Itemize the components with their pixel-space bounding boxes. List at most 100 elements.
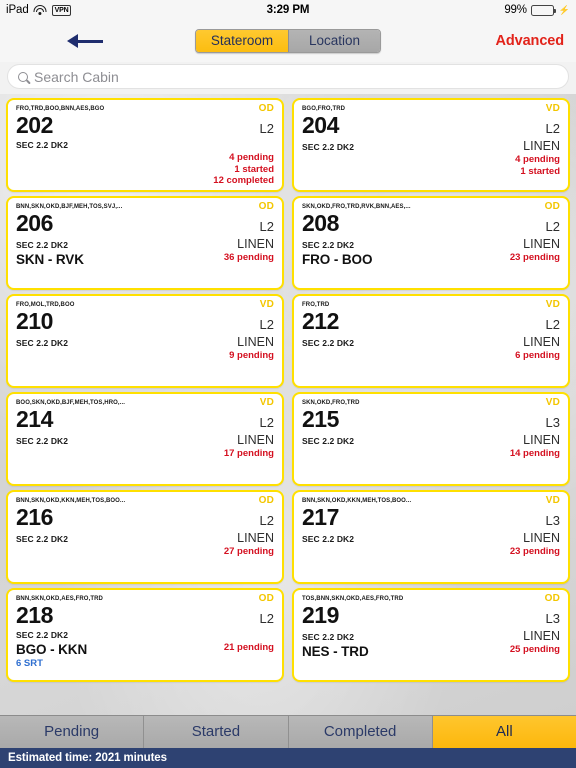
card-deck-level: L2 [545,121,560,136]
card-deck-level: L2 [259,513,274,528]
status-bar-right: 99% ⚡ [504,4,570,16]
card-detail-row: SKN - RVK 36 pending [16,252,274,268]
card-badge: VD [545,299,560,310]
card-status-list: 36 pending [224,252,274,264]
card-status-list: 21 pending [224,642,274,654]
card-linen-label: LINEN [237,531,274,545]
filter-tab-bar[interactable]: Pending Started Completed All [0,715,576,748]
card-status-list: 23 pending [510,546,560,558]
card-section-row: SEC 2.2 DK2 LINEN [302,139,560,153]
tab-pending[interactable]: Pending [0,716,145,748]
card-detail-row: 27 pending [16,546,274,558]
cabin-card[interactable]: BOO,SKN,OKD,BJF,MEH,TOS,HRO,... VD 214 L2 SE… [6,392,284,486]
card-status: 6 pending [515,350,560,361]
back-arrow-icon[interactable] [64,30,104,52]
card-badge: OD [544,201,560,212]
navigation-bar: Stateroom Location Advanced [0,20,576,62]
search-bar[interactable] [7,64,569,89]
card-deck-level: L2 [259,317,274,332]
cabin-list-area: FRO,TRD,BOO,BNN,AES,BGO OD 202 L2 SEC 2.2 DK… [0,94,576,715]
card-route-block: NES - TRD [302,644,369,660]
tab-all[interactable]: All [432,716,576,748]
status-bar-left: iPad VPN [6,4,72,16]
search-icon [18,71,28,82]
cabin-card[interactable]: FRO,TRD,BOO,BNN,AES,BGO OD 202 L2 SEC 2.2 DK… [6,98,284,192]
cabin-card[interactable]: FRO,MOL,TRD,BOO VD 210 L2 SEC 2.2 DK2 LINEN 9 … [6,294,284,388]
card-status-list: 4 pending 1 started [515,154,560,177]
card-status-list: 17 pending [224,448,274,460]
card-route: FRO - BOO [302,252,373,267]
card-badge: VD [259,397,274,408]
tab-completed[interactable]: Completed [288,716,433,748]
cabin-card[interactable]: TOS,BNN,SKN,OKD,AES,FRO,TRD OD 219 L3 SEC 2.… [292,588,570,682]
card-linen-label: LINEN [523,629,560,643]
card-deck-level: L2 [545,317,560,332]
card-deck-level: L2 [259,121,274,136]
status-bar-clock: 3:29 PM [266,4,310,16]
card-deck-level: L2 [259,219,274,234]
card-route-block: BGO - KKN 6 SRT [16,642,87,670]
card-cabin-row: 208 L2 [302,210,560,237]
card-deck-level: L3 [545,415,560,430]
card-status: 27 pending [223,546,274,557]
view-mode-segmented-control[interactable]: Stateroom Location [195,29,381,53]
card-route-block: FRO - BOO [302,252,372,268]
card-section: SEC 2.2 DK2 [302,534,355,544]
card-cabin-number: 202 [16,112,53,138]
hamburger-menu-icon[interactable] [12,31,46,51]
card-status-list: 9 pending [229,350,274,362]
card-detail-row: 17 pending [16,448,274,460]
card-cabin-number: 215 [302,406,339,432]
card-cabin-number: 208 [302,210,339,236]
card-section: SEC 2.2 DK2 [302,436,355,446]
card-cabin-number: 217 [302,504,339,530]
cabin-card[interactable]: BNN,SKN,OKD,AES,FRO,TRD OD 218 L2 SEC 2.2 DK… [6,588,284,682]
card-cabin-row: 218 L2 [16,602,274,629]
card-section-row: SEC 2.2 DK2 LINEN [16,531,274,545]
segment-stateroom[interactable]: Stateroom [196,30,288,52]
card-cabin-number: 214 [16,406,53,432]
card-cabin-row: 216 L2 [16,504,274,531]
tab-started[interactable]: Started [144,716,289,748]
card-section-row: SEC 2.2 DK2 LINEN [16,335,274,349]
cabin-card[interactable]: BNN,SKN,OKD,KKN,MEH,TOS,BOO... VD 217 L3 SEC… [292,490,570,584]
card-detail-row: 6 pending [302,350,560,362]
card-section: SEC 2.2 DK2 [16,140,69,150]
card-detail-row: NES - TRD 25 pending [302,644,560,660]
card-section-row: SEC 2.2 DK2 [16,629,274,641]
card-section: SEC 2.2 DK2 [302,142,355,152]
cabin-card[interactable]: BGO,FRO,TRD VD 204 L2 SEC 2.2 DK2 LINEN 4 pend… [292,98,570,192]
card-cabin-number: 218 [16,602,53,628]
card-badge: OD [258,103,274,114]
card-linen-label: LINEN [237,237,274,251]
cabin-card[interactable]: BNN,SKN,OKD,BJF,MEH,TOS,SVJ,... OD 206 L2 SE… [6,196,284,290]
card-section-row: SEC 2.2 DK2 LINEN [302,237,560,251]
card-cabin-row: 212 L2 [302,308,560,335]
card-cabin-row: 206 L2 [16,210,274,237]
card-linen-label: LINEN [523,139,560,153]
card-route: SKN - RVK [16,252,84,267]
card-cabin-number: 210 [16,308,53,334]
search-input[interactable] [34,68,558,85]
cabin-card[interactable]: SKN,OKD,FRO,TRD,RVK,BNN,AES,... OD 208 L2 SE… [292,196,570,290]
card-section-row: SEC 2.2 DK2 LINEN [16,237,274,251]
cabin-card[interactable]: FRO,TRD VD 212 L2 SEC 2.2 DK2 LINEN 6 pending [292,294,570,388]
card-section: SEC 2.2 DK2 [302,338,355,348]
card-status: 36 pending [223,252,274,263]
card-cabin-row: 214 L2 [16,406,274,433]
cabin-card[interactable]: SKN,OKD,FRO,TRD VD 215 L3 SEC 2.2 DK2 LINEN 14… [292,392,570,486]
card-section: SEC 2.2 DK2 [302,240,355,250]
segment-location[interactable]: Location [288,30,380,52]
battery-icon [530,4,556,16]
advanced-button[interactable]: Advanced [496,33,565,49]
card-srt-count: 6 SRT [16,658,43,669]
card-badge: VD [545,495,560,506]
card-status-list: 27 pending [224,546,274,558]
cabin-card-grid: FRO,TRD,BOO,BNN,AES,BGO OD 202 L2 SEC 2.2 DK… [0,94,576,682]
card-detail-row: 4 pending 1 started 12 completed [16,152,274,187]
lightning-bolt-icon: ⚡ [558,4,570,15]
search-container [0,62,576,94]
vpn-icon: VPN [51,4,72,16]
card-badge: OD [258,201,274,212]
cabin-card[interactable]: BNN,SKN,OKD,KKN,MEH,TOS,BOO... OD 216 L2 SEC… [6,490,284,584]
